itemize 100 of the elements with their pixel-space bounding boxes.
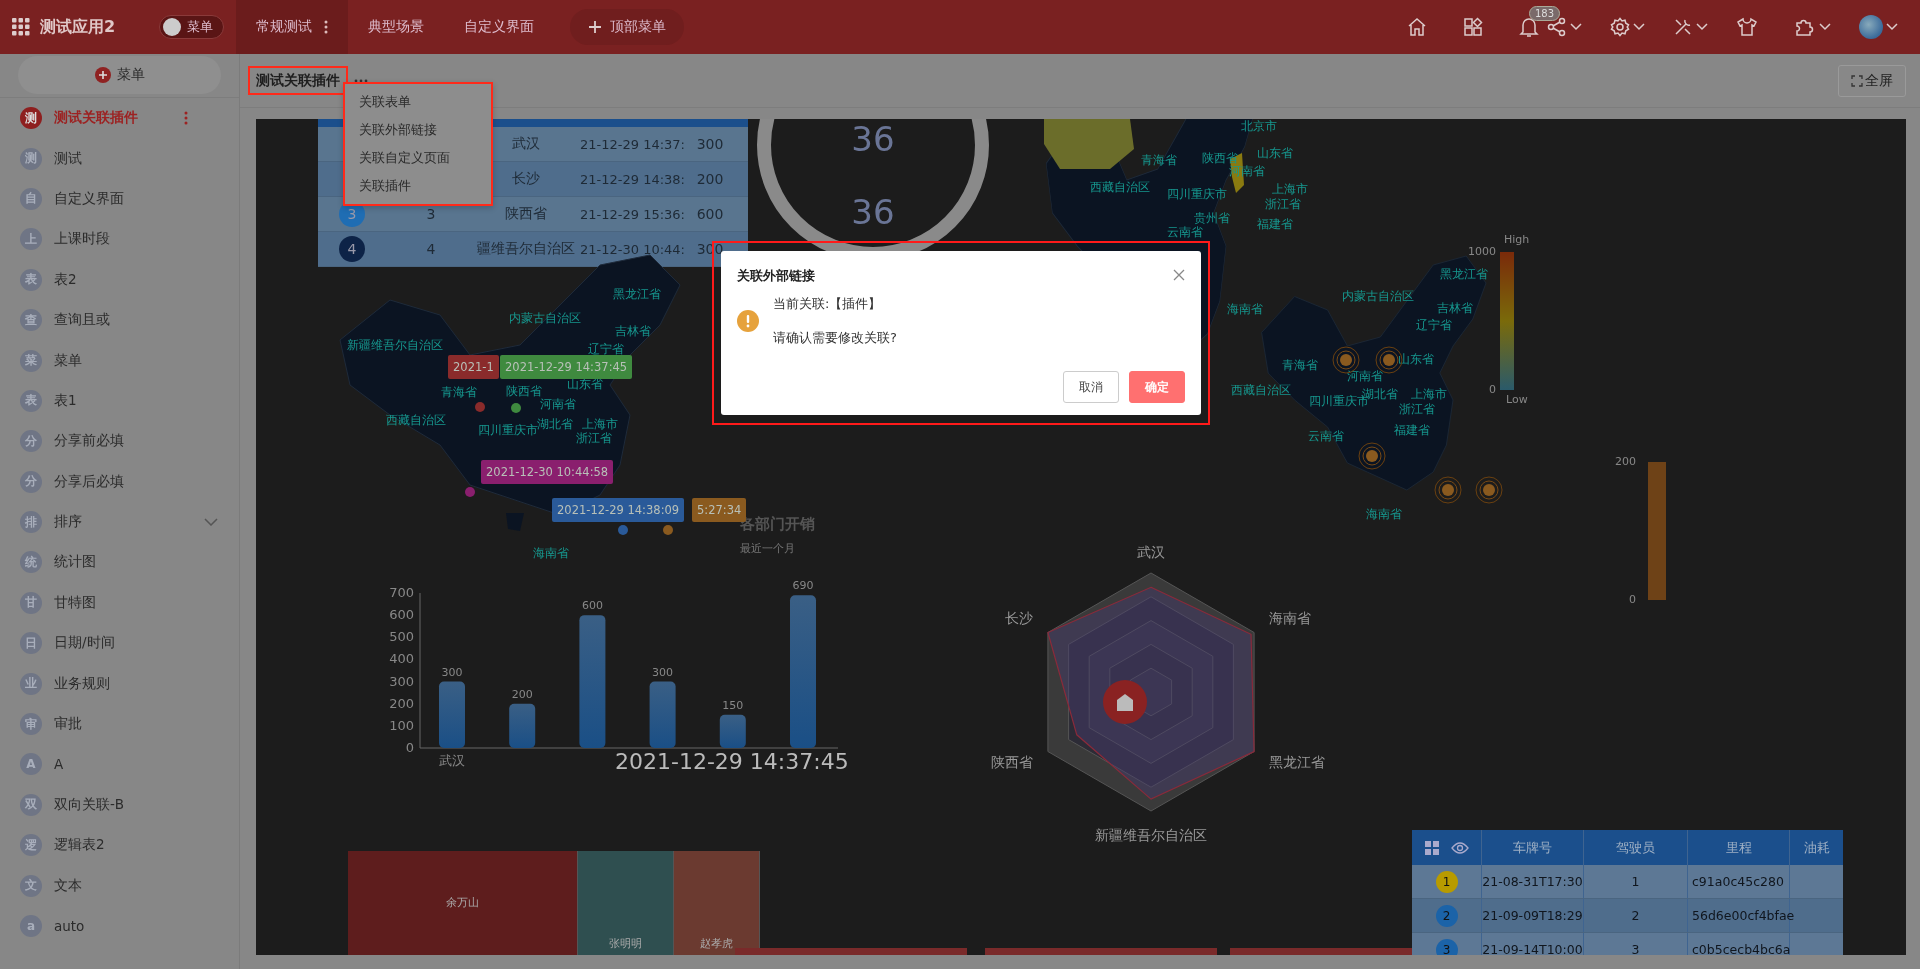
item-badge: a <box>20 915 42 937</box>
legend-label: 200 <box>1614 455 1636 468</box>
map-tooltip: 2021-12-29 14:37:45 <box>500 355 633 379</box>
gauge-value: 36 <box>850 119 896 159</box>
item-label: auto <box>54 918 85 934</box>
sidebar-item[interactable]: 分 分享后必填 <box>0 461 239 502</box>
value-label: 200 <box>511 687 533 701</box>
table-cell: 200 <box>696 171 724 187</box>
add-menu-button[interactable]: 菜单 <box>18 56 221 94</box>
sidebar-item[interactable]: 逻 逻辑表2 <box>0 825 239 866</box>
item-badge: 文 <box>20 874 42 897</box>
menu-toggle[interactable]: 菜单 <box>159 15 225 39</box>
close-icon[interactable] <box>1173 269 1185 281</box>
sidebar-item[interactable]: 表 表1 <box>0 380 239 422</box>
item-label: 双向关联-B <box>54 795 125 814</box>
item-label: 测试 <box>54 149 82 168</box>
fullscreen-button[interactable]: 全屏 <box>1838 64 1906 97</box>
map-label: 西藏自治区 <box>1090 178 1150 196</box>
more-icon[interactable] <box>324 20 329 34</box>
sidebar-item[interactable]: 表 表2 <box>0 259 239 300</box>
home-icon[interactable] <box>1407 17 1427 37</box>
item-label: 分享后必填 <box>54 472 124 491</box>
map-label: 浙江省 <box>576 430 612 447</box>
sidebar-item[interactable]: 日 日期/时间 <box>0 623 239 664</box>
axis-label: 新疆维吾尔自治区 <box>1095 827 1207 843</box>
nav-tab[interactable]: 常规测试 <box>236 0 349 54</box>
map-label: 四川重庆市 <box>1167 185 1227 203</box>
nav-tab[interactable]: 典型场景 <box>348 0 445 54</box>
item-badge: A <box>20 753 42 776</box>
cancel-button[interactable]: 取消 <box>1063 371 1119 403</box>
map-label: 山东省 <box>1398 350 1434 368</box>
menu-item[interactable]: 关联表单 <box>345 88 491 116</box>
table-cell: 疆维吾尔自治区 <box>477 240 575 258</box>
sidebar-item[interactable]: 测 测试 <box>0 138 239 179</box>
sidebar-item[interactable]: 业 业务规则 <box>0 663 239 704</box>
map-label: 吉林省 <box>615 322 651 340</box>
dialog-message: 当前关联:【插件】 <box>773 295 883 313</box>
map-label: 河南省 <box>1347 367 1383 385</box>
sidebar-item[interactable]: 排 排序 <box>0 501 239 543</box>
map-label: 吉林省 <box>1437 299 1473 317</box>
sidebar-item[interactable]: 甘 甘特图 <box>0 582 239 624</box>
caret-icon[interactable] <box>1886 23 1898 31</box>
menu-item[interactable]: 关联插件 <box>345 172 491 200</box>
shirt-icon[interactable] <box>1736 17 1758 37</box>
avatar-icon[interactable] <box>1859 15 1883 39</box>
item-label: 业务规则 <box>54 674 110 693</box>
sidebar-item[interactable]: 双 双向关联-B <box>0 784 239 826</box>
menu-item[interactable]: 关联自定义页面 <box>345 144 491 172</box>
map-label: 上海市 <box>1411 385 1447 403</box>
add-top-menu-button[interactable]: 顶部菜单 <box>570 9 685 45</box>
settings-icon[interactable] <box>1610 17 1630 37</box>
item-badge: 测 <box>20 107 42 130</box>
page-tab[interactable]: 测试关联插件 <box>248 66 348 95</box>
sidebar-item[interactable]: 测 测试关联插件 <box>0 98 239 139</box>
caret-icon[interactable] <box>1696 23 1708 31</box>
tools-icon[interactable] <box>1673 17 1693 37</box>
caret-icon[interactable] <box>1819 23 1831 31</box>
map-label: 河南省 <box>540 396 576 413</box>
apps-icon[interactable] <box>1463 17 1483 37</box>
puzzle-icon[interactable] <box>1794 17 1816 37</box>
rank-badge: 1 <box>1435 870 1458 893</box>
sidebar-item[interactable]: 菜 菜单 <box>0 340 239 381</box>
sidebar-item[interactable]: 查 查询且或 <box>0 299 239 341</box>
column-header[interactable]: 油耗 <box>1790 830 1843 865</box>
axis-label: 黑龙江省 <box>1269 754 1325 770</box>
map-label: 辽宁省 <box>1416 316 1452 334</box>
table-cell: c0b5cecb4bc6a <box>1692 942 1791 955</box>
map-marker-icon <box>1475 476 1503 504</box>
caret-icon[interactable] <box>1633 23 1645 31</box>
bell-icon[interactable] <box>1519 16 1539 38</box>
grid-icon[interactable] <box>1424 840 1439 855</box>
sidebar-item[interactable]: a auto <box>0 905 239 947</box>
map-label: 云南省 <box>1308 427 1344 445</box>
sidebar-item[interactable]: 统 统计图 <box>0 542 239 583</box>
fullscreen-icon <box>1851 74 1863 87</box>
legend-label: Low <box>1506 393 1528 406</box>
sidebar-item[interactable]: 文 文本 <box>0 865 239 906</box>
app-title: 测试应用2 <box>40 16 116 38</box>
menu-item[interactable]: 关联外部链接 <box>345 116 491 144</box>
table-cell: 3 <box>426 206 436 222</box>
share-icon[interactable] <box>1547 17 1567 37</box>
sidebar-item[interactable]: 分 分享前必填 <box>0 421 239 462</box>
eye-icon[interactable] <box>1450 841 1469 854</box>
timestamp: 2021-12-29 14:37:45 <box>615 749 849 774</box>
more-icon[interactable] <box>354 78 368 83</box>
caret-icon[interactable] <box>1570 23 1582 31</box>
dialog-message: 请确认需要修改关联? <box>773 329 897 347</box>
apps-grid-icon[interactable] <box>12 18 30 36</box>
category-label: 武汉 <box>439 753 465 768</box>
map-label: 西藏自治区 <box>386 411 446 429</box>
sidebar-item[interactable]: A A <box>0 744 239 785</box>
table-cell: 陕西省 <box>505 205 547 223</box>
sidebar-item[interactable]: 自 自定义界面 <box>0 178 239 220</box>
map-label: 黑龙江省 <box>613 285 661 303</box>
confirm-button[interactable]: 确定 <box>1129 371 1185 403</box>
sidebar-item[interactable]: 审 审批 <box>0 703 239 745</box>
legend-label: 0 <box>1628 593 1636 606</box>
nav-tab[interactable]: 自定义界面 <box>444 0 555 54</box>
map-label: 辽宁省 <box>588 340 624 358</box>
map-label: 北京市 <box>1241 119 1277 135</box>
